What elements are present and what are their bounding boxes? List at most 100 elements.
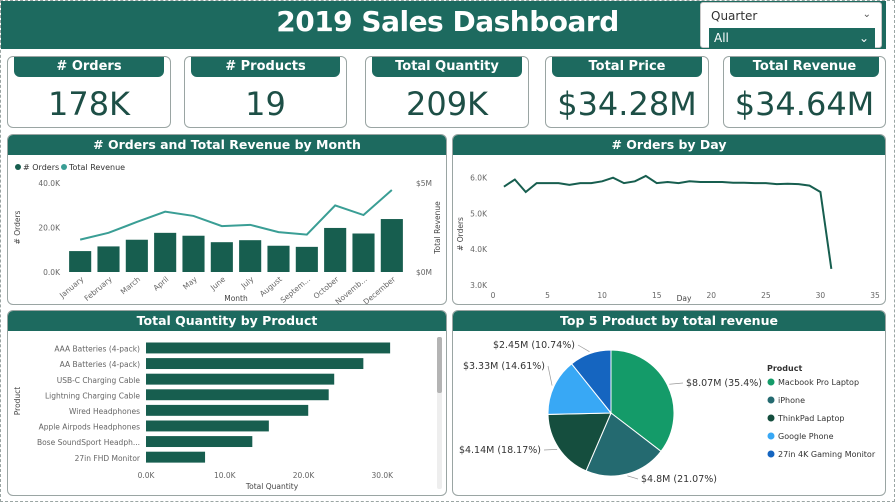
x-tick-label: 15 — [652, 291, 662, 300]
legend-label: Google Phone — [778, 432, 834, 441]
panel-orders-by-day: # Orders by Day 3.0K 4.0K 5.0K 6.0K 0 5 10 15 20… — [452, 134, 886, 305]
bar-orders — [210, 242, 233, 272]
bar-quantity — [146, 436, 253, 448]
y-tick-label: 4.0K — [470, 245, 488, 254]
bar-orders — [295, 246, 318, 272]
kpi-label: Total Price — [552, 57, 702, 77]
x-tick-label: 30 — [816, 291, 826, 300]
kpi-label: Total Revenue — [730, 57, 879, 77]
x-tick-label: Septem... — [279, 275, 312, 305]
scrollbar-thumb[interactable] — [437, 337, 442, 393]
legend-marker — [767, 414, 775, 422]
legend-marker-revenue — [61, 164, 67, 170]
x-tick-label: July — [239, 274, 256, 291]
y-tick-label: Apple Airpods Headphones — [39, 423, 141, 432]
panel-title: Top 5 Product by total revenue — [453, 311, 885, 331]
bar-quantity — [146, 358, 364, 370]
x-tick-label: 25 — [761, 291, 771, 300]
quantity-by-product-chart: AAA Batteries (4-pack) AA Batteries (4-pa… — [13, 337, 442, 491]
legend-label: ThinkPad Laptop — [777, 414, 844, 423]
legend-label: 27in 4K Gaming Monitor — [778, 450, 876, 459]
x-tick-label: 20.0K — [293, 471, 316, 480]
legend-marker — [767, 378, 775, 386]
x-tick-label: 20 — [707, 291, 717, 300]
bar-orders — [97, 246, 120, 272]
y-tick-label: 6.0K — [470, 174, 488, 183]
x-tick-label: March — [119, 274, 142, 296]
slicer-selected-value: All — [714, 31, 729, 45]
legend-marker-orders — [15, 164, 21, 170]
legend-title: Product — [767, 364, 802, 373]
y-tick-label: 3.0K — [470, 281, 488, 290]
legend-label-orders: # Orders — [23, 163, 59, 172]
bar-quantity — [146, 420, 269, 432]
panel-orders-revenue-by-month: # Orders and Total Revenue by Month # Or… — [7, 134, 447, 305]
panel-title: Total Quantity by Product — [8, 311, 446, 331]
y-tick-label: Lightning Charging Cable — [45, 391, 140, 400]
y-axis-label: # Orders — [456, 217, 465, 251]
y-tick-label: Wired Headphones — [69, 407, 140, 416]
bar-quantity — [146, 451, 206, 463]
kpi-card-orders: # Orders 178K — [7, 56, 171, 128]
x-tick-label: 35 — [870, 291, 880, 300]
top5-revenue-pie: $8.07M (35.4%) $4.8M (21.07%) $4.14M (18.1… — [459, 340, 876, 485]
x-tick-label: May — [181, 274, 199, 291]
x-tick-label: 10.0K — [214, 471, 237, 480]
bar-quantity — [146, 404, 309, 416]
bar-quantity — [146, 389, 329, 401]
chevron-down-icon[interactable]: ⌄ — [863, 9, 871, 20]
kpi-label: # Orders — [14, 57, 164, 77]
x-tick-label: December — [362, 274, 398, 305]
legend-label-revenue: Total Revenue — [68, 163, 125, 172]
kpi-value: $34.64M — [734, 85, 875, 123]
bar-orders — [69, 251, 92, 272]
y-tick-label: AAA Batteries (4-pack) — [54, 345, 140, 354]
pie-leader-line — [543, 448, 558, 451]
x-tick-label: February — [83, 274, 115, 303]
pie-data-label: $2.45M (10.74%) — [493, 340, 575, 351]
legend-label: Macbook Pro Laptop — [778, 378, 859, 387]
x-tick-label: 30.0K — [371, 471, 394, 480]
y-tick-label: AA Batteries (4-pack) — [60, 360, 140, 369]
y-tick-label: Bose SoundSport Headph... — [37, 438, 140, 447]
kpi-value: 178K — [47, 85, 131, 123]
x-tick-label: 5 — [545, 291, 550, 300]
x-tick-label: January — [57, 274, 86, 300]
pie-leader-line — [669, 382, 684, 385]
x-tick-label: August — [258, 275, 284, 299]
legend-label: iPhone — [778, 396, 805, 405]
kpi-label: # Products — [191, 57, 340, 77]
kpi-label: Total Quantity — [372, 57, 522, 77]
y2-axis-label: Total Revenue — [433, 201, 442, 255]
bar-orders — [239, 240, 262, 272]
kpi-value: 209K — [405, 85, 489, 123]
legend-marker — [767, 432, 775, 440]
dropdown-chevron-icon[interactable]: ⌄ — [859, 28, 869, 48]
bar-orders — [352, 233, 375, 272]
kpi-value: $34.28M — [557, 85, 697, 123]
x-tick-label: 0 — [491, 291, 496, 300]
x-axis-label: Day — [677, 294, 692, 303]
slicer-label: Quarter — [711, 9, 758, 23]
slicer-dropdown[interactable]: All ⌄ — [709, 28, 875, 48]
x-tick-label: April — [152, 275, 171, 293]
bar-quantity — [146, 342, 391, 354]
x-axis-label: Month — [224, 294, 248, 303]
bar-orders — [324, 227, 347, 272]
line-orders-by-day — [503, 174, 833, 270]
x-tick-label: June — [208, 274, 227, 292]
x-tick-label: 0.0K — [138, 471, 156, 480]
y2-tick-label: $5M — [416, 179, 432, 188]
orders-revenue-chart: # Orders Total Revenue 0.0K 20.0K 40.0K $0M $5… — [13, 163, 442, 305]
panel-title: # Orders and Total Revenue by Month — [8, 135, 446, 155]
y-tick-label: 0.0K — [43, 268, 61, 277]
kpi-card-revenue: Total Revenue $34.64M — [723, 56, 886, 128]
quarter-slicer[interactable]: Quarter ⌄ All ⌄ — [700, 2, 882, 48]
panel-quantity-by-product: Total Quantity by Product AAA Batteries … — [7, 310, 447, 496]
bar-orders — [125, 239, 148, 272]
y-tick-label: 40.0K — [38, 179, 61, 188]
legend-marker — [767, 450, 775, 458]
orders-by-day-chart: 3.0K 4.0K 5.0K 6.0K 0 5 10 15 20 25 30 35 # Orders Da… — [456, 174, 880, 303]
pie-leader-line — [547, 365, 553, 386]
pie-data-label: $4.8M (21.07%) — [641, 474, 717, 485]
